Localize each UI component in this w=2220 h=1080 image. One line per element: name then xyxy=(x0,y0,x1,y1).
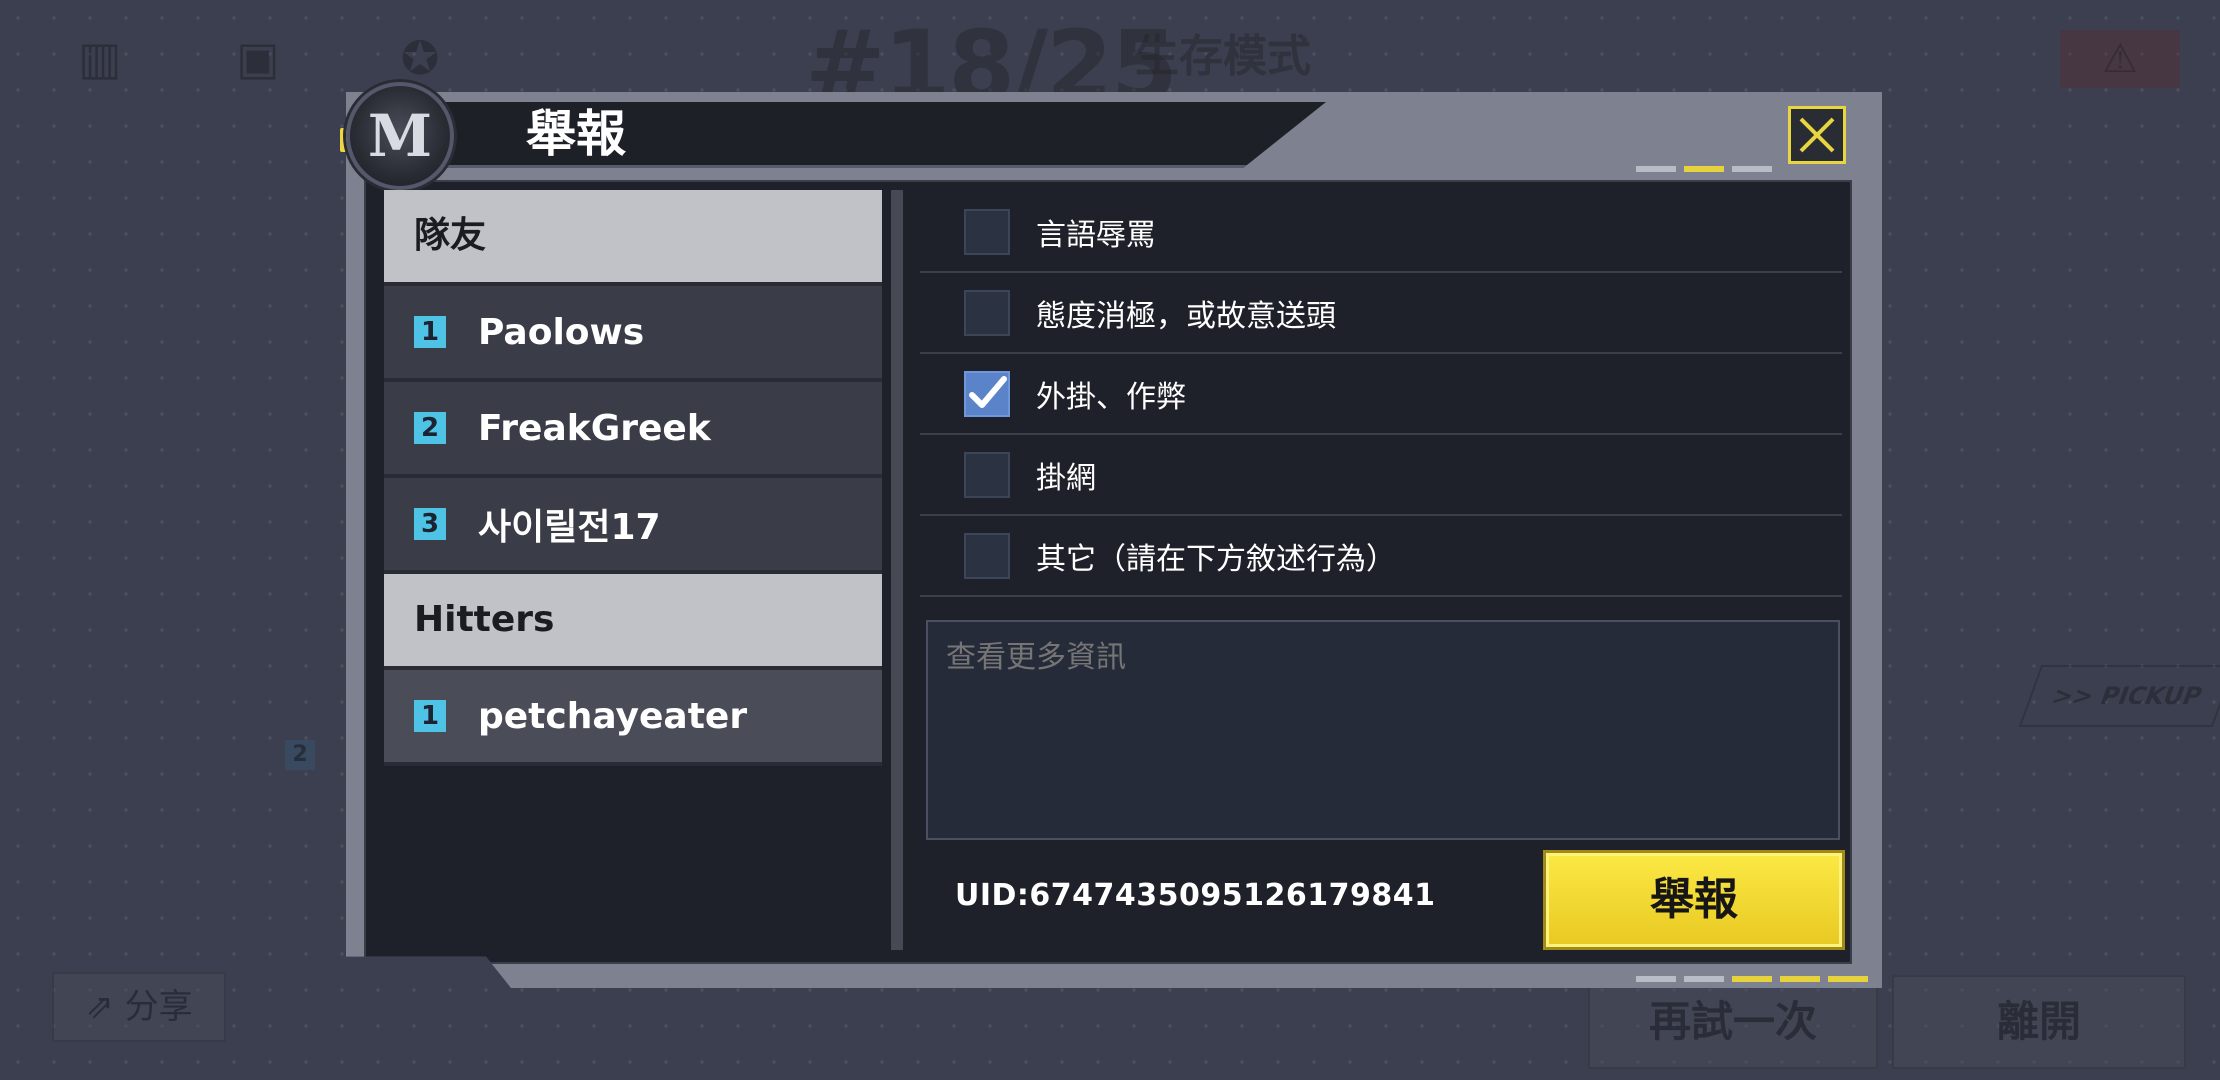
checkbox[interactable] xyxy=(964,451,1010,498)
close-button[interactable] xyxy=(1788,106,1846,164)
player-row-selected[interactable]: 1 petchayeater xyxy=(384,670,882,766)
player-list: 隊友 1 Paolows 2 FreakGreek 3 사이릴전17 Hitte… xyxy=(384,190,882,766)
uid-text: UID:6747435095126179841 xyxy=(955,878,1436,913)
checkmark-icon xyxy=(969,375,1007,408)
player-row[interactable]: 3 사이릴전17 xyxy=(384,478,882,574)
player-row[interactable]: 1 Paolows xyxy=(384,286,882,382)
hitters-header: Hitters xyxy=(384,574,882,670)
logo-wrapper: M xyxy=(340,82,454,190)
reason-option-afk[interactable]: 掛網 xyxy=(920,435,1842,516)
reason-option-other[interactable]: 其它（請在下方敘述行為） xyxy=(920,516,1842,597)
reason-label: 掛網 xyxy=(1036,460,1096,496)
checkbox[interactable] xyxy=(964,208,1010,255)
reason-option-negative-attitude[interactable]: 態度消極，或故意送頭 xyxy=(920,273,1842,354)
close-x-icon xyxy=(1799,117,1835,153)
title-bar: 舉報 xyxy=(406,102,1326,168)
reason-option-cheating[interactable]: 外掛、作弊 xyxy=(920,354,1842,435)
teammates-header: 隊友 xyxy=(384,190,882,286)
player-row[interactable]: 2 FreakGreek xyxy=(384,382,882,478)
report-submit-button[interactable]: 舉報 xyxy=(1546,853,1842,947)
description-textarea[interactable] xyxy=(926,620,1840,840)
checkbox[interactable] xyxy=(964,370,1010,417)
reason-label: 其它（請在下方敘述行為） xyxy=(1036,541,1396,577)
player-number-badge: 1 xyxy=(414,316,446,348)
decoration-dashes-bottom xyxy=(1636,976,1868,982)
player-name: Paolows xyxy=(478,311,645,353)
player-number-badge: 2 xyxy=(414,412,446,444)
reason-label: 外掛、作弊 xyxy=(1036,379,1186,415)
player-number-badge: 1 xyxy=(414,700,446,732)
checkbox[interactable] xyxy=(964,532,1010,579)
decoration-dashes-top xyxy=(1636,166,1772,172)
player-name: FreakGreek xyxy=(478,407,711,449)
report-reasons: 言語辱罵 態度消極，或故意送頭 外掛、作弊 掛網 其它（請在下方敘述行為） xyxy=(920,192,1842,597)
scrollbar[interactable] xyxy=(891,190,903,950)
checkbox[interactable] xyxy=(964,289,1010,336)
player-name: 사이릴전17 xyxy=(478,507,661,548)
reason-option-verbal-abuse[interactable]: 言語辱罵 xyxy=(920,192,1842,273)
game-logo-icon: M xyxy=(346,82,454,190)
reason-label: 態度消極，或故意送頭 xyxy=(1036,298,1336,334)
reason-label: 言語辱罵 xyxy=(1036,217,1156,253)
player-number-badge: 3 xyxy=(414,508,446,540)
dialog-title: 舉報 xyxy=(526,105,626,163)
player-name: petchayeater xyxy=(478,695,748,737)
